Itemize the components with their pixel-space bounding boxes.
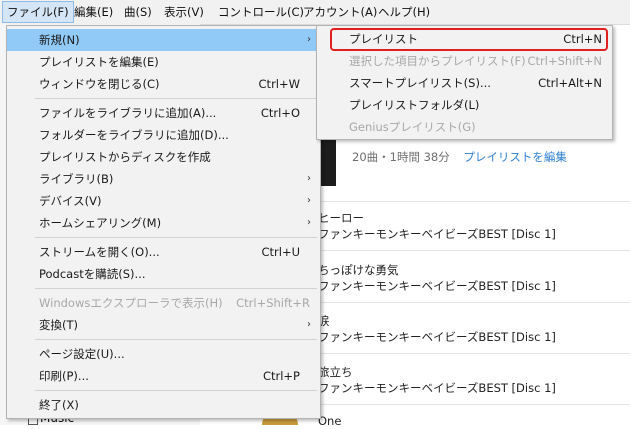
menu-item-close-window[interactable]: ウィンドウを閉じる(C) Ctrl+W <box>7 73 320 95</box>
menu-item-label: ホームシェアリング(M) <box>39 216 162 230</box>
menu-item-subscribe-podcast[interactable]: Podcastを購読(S)... <box>7 263 320 285</box>
shortcut-label: Ctrl+P <box>262 369 300 383</box>
edit-playlist-link[interactable]: プレイリストを編集 <box>463 150 567 164</box>
playlist-meta: 20曲・1時間 38分 プレイリストを編集 <box>352 149 567 165</box>
shortcut-label: Ctrl+W <box>258 77 300 91</box>
menu-help[interactable]: ヘルプ(H) <box>374 2 434 22</box>
menu-item-label: ウィンドウを閉じる(C) <box>39 77 160 91</box>
submenu-item-playlist-folder[interactable]: プレイリストフォルダ(L) <box>317 94 612 116</box>
song-album: ファンキーモンキーベイビーズBEST [Disc 1] <box>318 381 556 395</box>
file-menu: 新規(N) › プレイリストを編集(E) ウィンドウを閉じる(C) Ctrl+W… <box>6 25 321 419</box>
menu-item-exit[interactable]: 終了(X) <box>7 394 320 416</box>
menu-song[interactable]: 曲(S) <box>120 2 156 22</box>
menu-item-label: ページ設定(U)... <box>39 347 125 361</box>
song-row[interactable]: ちっぽけな勇気 ファンキーモンキーベイビーズBEST [Disc 1] <box>318 262 556 294</box>
divider <box>318 404 630 405</box>
chevron-right-icon: › <box>307 195 311 206</box>
menu-item-new[interactable]: 新規(N) › <box>7 29 320 51</box>
menu-item-label: Podcastを購読(S)... <box>39 267 146 281</box>
song-title: One <box>318 414 342 428</box>
menu-item-add-folder[interactable]: フォルダーをライブラリに追加(D)... <box>7 124 320 146</box>
menu-separator <box>35 288 317 289</box>
menu-view[interactable]: 表示(V) <box>160 2 208 22</box>
menu-item-label: デバイス(V) <box>39 194 102 208</box>
menu-item-edit-playlist[interactable]: プレイリストを編集(E) <box>7 51 320 73</box>
song-row[interactable]: 涙 ファンキーモンキーベイビーズBEST [Disc 1] <box>318 313 556 345</box>
shortcut-label: Ctrl+Shift+R <box>236 296 310 310</box>
menu-item-label: 選択した項目からプレイリスト(F) <box>349 54 526 68</box>
menu-item-library[interactable]: ライブラリ(B) › <box>7 168 320 190</box>
song-title: 涙 <box>318 314 330 328</box>
menu-item-label: Windowsエクスプローラで表示(H) <box>39 296 223 310</box>
menu-account[interactable]: アカウント(A) <box>299 2 381 22</box>
menu-item-page-setup[interactable]: ページ設定(U)... <box>7 343 320 365</box>
menu-item-label: ライブラリ(B) <box>39 172 114 186</box>
menu-item-label: プレイリストを編集(E) <box>39 55 159 69</box>
menu-item-print[interactable]: 印刷(P)... Ctrl+P <box>7 365 320 387</box>
menu-item-show-in-explorer: Windowsエクスプローラで表示(H) Ctrl+Shift+R <box>7 292 320 314</box>
menu-item-home-sharing[interactable]: ホームシェアリング(M) › <box>7 212 320 234</box>
submenu-item-genius-playlist: Geniusプレイリスト(G) <box>317 116 612 138</box>
menu-item-label: 終了(X) <box>39 398 79 412</box>
menu-item-label: 変換(T) <box>39 318 78 332</box>
divider <box>318 250 630 251</box>
menu-item-label: プレイリストフォルダ(L) <box>349 98 480 112</box>
shortcut-label: Ctrl+Shift+N <box>527 54 602 68</box>
song-row[interactable]: 旅立ち ファンキーモンキーベイビーズBEST [Disc 1] <box>318 364 556 396</box>
shortcut-label: Ctrl+U <box>261 245 300 259</box>
chevron-right-icon: › <box>307 173 311 184</box>
menu-item-label: プレイリストからディスクを作成 <box>39 150 211 164</box>
song-row[interactable]: ヒーロー ファンキーモンキーベイビーズBEST [Disc 1] <box>318 210 556 242</box>
menu-bar: ファイル(F) 編集(E) 曲(S) 表示(V) コントロール(C) アカウント… <box>0 0 630 25</box>
menu-item-add-file[interactable]: ファイルをライブラリに追加(A)... Ctrl+O <box>7 102 320 124</box>
chevron-right-icon: › <box>307 319 311 330</box>
menu-file[interactable]: ファイル(F) <box>2 1 74 23</box>
menu-item-label: ストリームを開く(O)... <box>39 245 160 259</box>
playlist-song-count: 20曲・1時間 38分 <box>352 150 450 164</box>
menu-separator <box>35 98 317 99</box>
shortcut-label: Ctrl+O <box>260 106 300 120</box>
shortcut-label: Ctrl+Alt+N <box>538 76 602 90</box>
submenu-item-smart-playlist[interactable]: スマートプレイリスト(S)... Ctrl+Alt+N <box>317 72 612 94</box>
song-title: ヒーロー <box>318 211 364 225</box>
menu-item-burn-disc[interactable]: プレイリストからディスクを作成 <box>7 146 320 168</box>
song-album: ファンキーモンキーベイビーズBEST [Disc 1] <box>318 227 556 241</box>
menu-edit[interactable]: 編集(E) <box>70 2 117 22</box>
menu-item-label: Geniusプレイリスト(G) <box>349 120 476 134</box>
divider <box>318 353 630 354</box>
menu-separator <box>35 339 317 340</box>
chevron-right-icon: › <box>307 217 311 228</box>
menu-item-open-stream[interactable]: ストリームを開く(O)... Ctrl+U <box>7 241 320 263</box>
divider <box>318 302 630 303</box>
song-title: ちっぽけな勇気 <box>318 263 399 277</box>
menu-item-convert[interactable]: 変換(T) › <box>7 314 320 336</box>
song-row[interactable]: One <box>318 413 341 429</box>
song-album: ファンキーモンキーベイビーズBEST [Disc 1] <box>318 330 556 344</box>
menu-item-label: 新規(N) <box>39 33 80 47</box>
menu-item-label: 印刷(P)... <box>39 369 89 383</box>
chevron-right-icon: › <box>307 34 311 45</box>
menu-controls[interactable]: コントロール(C) <box>214 2 308 22</box>
menu-item-label: ファイルをライブラリに追加(A)... <box>39 106 217 120</box>
submenu-item-playlist-from-selection: 選択した項目からプレイリスト(F) Ctrl+Shift+N <box>317 50 612 72</box>
menu-item-label: フォルダーをライブラリに追加(D)... <box>39 128 229 142</box>
menu-item-label: スマートプレイリスト(S)... <box>349 76 491 90</box>
menu-item-devices[interactable]: デバイス(V) › <box>7 190 320 212</box>
song-album: ファンキーモンキーベイビーズBEST [Disc 1] <box>318 279 556 293</box>
song-title: 旅立ち <box>318 365 353 379</box>
menu-separator <box>35 390 317 391</box>
divider <box>318 201 630 202</box>
annotation-highlight-box <box>330 28 608 51</box>
menu-separator <box>35 237 317 238</box>
